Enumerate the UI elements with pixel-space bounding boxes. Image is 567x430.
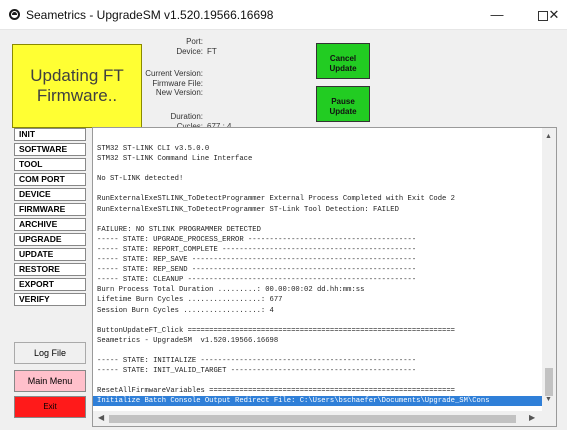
console-line: ButtonUpdateFT_Click ===================… bbox=[97, 326, 455, 335]
console-line-selected: Initialize Batch Console Output Redirect… bbox=[93, 396, 543, 407]
console-line: ----- STATE: INITIALIZE ----------------… bbox=[97, 356, 417, 365]
app-body: Updating FT Firmware.. Port: Device: FT … bbox=[0, 30, 567, 430]
console-line: ----- STATE: CLEANUP -------------------… bbox=[97, 276, 417, 285]
duration-label: Duration: bbox=[170, 112, 203, 121]
log-file-button[interactable]: Log File bbox=[14, 342, 86, 364]
main-menu-button[interactable]: Main Menu bbox=[14, 370, 86, 392]
console-line: Seametrics - UpgradeSM v1.520.19566.1669… bbox=[97, 336, 279, 345]
nav-init[interactable]: INIT bbox=[14, 128, 86, 141]
console-line: FAILURE: NO STLINK PROGRAMMER DETECTED bbox=[97, 225, 261, 234]
console-line: ----- STATE: UPGRADE_PROCESS_ERROR -----… bbox=[97, 235, 417, 244]
console-line: STM32 ST-LINK CLI v3.5.0.0 bbox=[97, 145, 210, 153]
console-line: Session Burn Cycles ..................: … bbox=[97, 306, 274, 315]
console-line: RunExternalExeSTLINK_ToDetectProgrammer … bbox=[97, 205, 399, 214]
nav-device[interactable]: DEVICE bbox=[14, 188, 86, 201]
nav-update[interactable]: UPDATE bbox=[14, 248, 86, 261]
port-label: Port: bbox=[186, 37, 203, 46]
console-line: Lifetime Burn Cycles .................: … bbox=[97, 296, 283, 305]
console-line: ----- STATE: REP_SEND ------------------… bbox=[97, 266, 417, 275]
console-line: ResetAllFirmwareVariables ==============… bbox=[97, 387, 455, 396]
close-button[interactable]: ✕ bbox=[541, 0, 567, 30]
nav-com-port[interactable]: COM PORT bbox=[14, 173, 86, 186]
side-nav: INIT SOFTWARE TOOL COM PORT DEVICE FIRMW… bbox=[14, 128, 86, 308]
new-version-label: New Version: bbox=[155, 88, 203, 97]
console-line: Burn Process Total Duration .........: 0… bbox=[97, 286, 365, 295]
console-line: No ST-LINK detected! bbox=[97, 175, 184, 184]
console-line: STM32 ST-LINK Command Line Interface bbox=[97, 155, 253, 164]
horizontal-scroll-thumb[interactable] bbox=[109, 415, 516, 423]
scroll-left-icon[interactable]: ◀ bbox=[98, 413, 104, 422]
scroll-up-icon[interactable]: ▲ bbox=[545, 133, 552, 140]
console-line: ----- STATE: REPORT_COMPLETE -----------… bbox=[97, 245, 417, 254]
device-label: Device: bbox=[176, 47, 203, 56]
exit-button[interactable]: Exit bbox=[14, 396, 86, 418]
nav-restore[interactable]: RESTORE bbox=[14, 263, 86, 276]
device-value: FT bbox=[207, 47, 217, 56]
scroll-down-icon[interactable]: ▼ bbox=[545, 396, 552, 403]
app-icon bbox=[9, 9, 20, 20]
console-output[interactable]: STM32 ST-LINK CLI v3.5.0.0 STM32 ST-LINK … bbox=[92, 127, 557, 427]
console-line: RunExternalExeSTLINK_ToDetectProgrammer … bbox=[97, 195, 455, 204]
current-version-label: Current Version: bbox=[145, 69, 203, 78]
vertical-scroll-thumb[interactable] bbox=[545, 368, 553, 396]
title-bar: Seametrics - UpgradeSM v1.520.19566.1669… bbox=[0, 0, 567, 30]
nav-tool[interactable]: TOOL bbox=[14, 158, 86, 171]
horizontal-scrollbar[interactable]: ◀ ▶ bbox=[93, 411, 556, 426]
nav-software[interactable]: SOFTWARE bbox=[14, 143, 86, 156]
nav-upgrade[interactable]: UPGRADE bbox=[14, 233, 86, 246]
nav-export[interactable]: EXPORT bbox=[14, 278, 86, 291]
console-line: ----- STATE: REP_SAVE ------------------… bbox=[97, 256, 417, 265]
nav-archive[interactable]: ARCHIVE bbox=[14, 218, 86, 231]
nav-firmware[interactable]: FIRMWARE bbox=[14, 203, 86, 216]
nav-verify[interactable]: VERIFY bbox=[14, 293, 86, 306]
console-lines: STM32 ST-LINK CLI v3.5.0.0 STM32 ST-LINK … bbox=[93, 144, 543, 407]
console-line: ----- STATE: INIT_VALID_TARGET ---------… bbox=[97, 367, 417, 376]
cancel-update-button[interactable]: Cancel Update bbox=[316, 43, 370, 79]
window-title: Seametrics - UpgradeSM v1.520.19566.1669… bbox=[26, 8, 274, 22]
minimize-button[interactable]: — bbox=[474, 0, 520, 30]
scroll-right-icon[interactable]: ▶ bbox=[529, 413, 535, 422]
pause-update-button[interactable]: Pause Update bbox=[316, 86, 370, 122]
vertical-scrollbar[interactable]: ▲ ▼ bbox=[542, 128, 556, 412]
